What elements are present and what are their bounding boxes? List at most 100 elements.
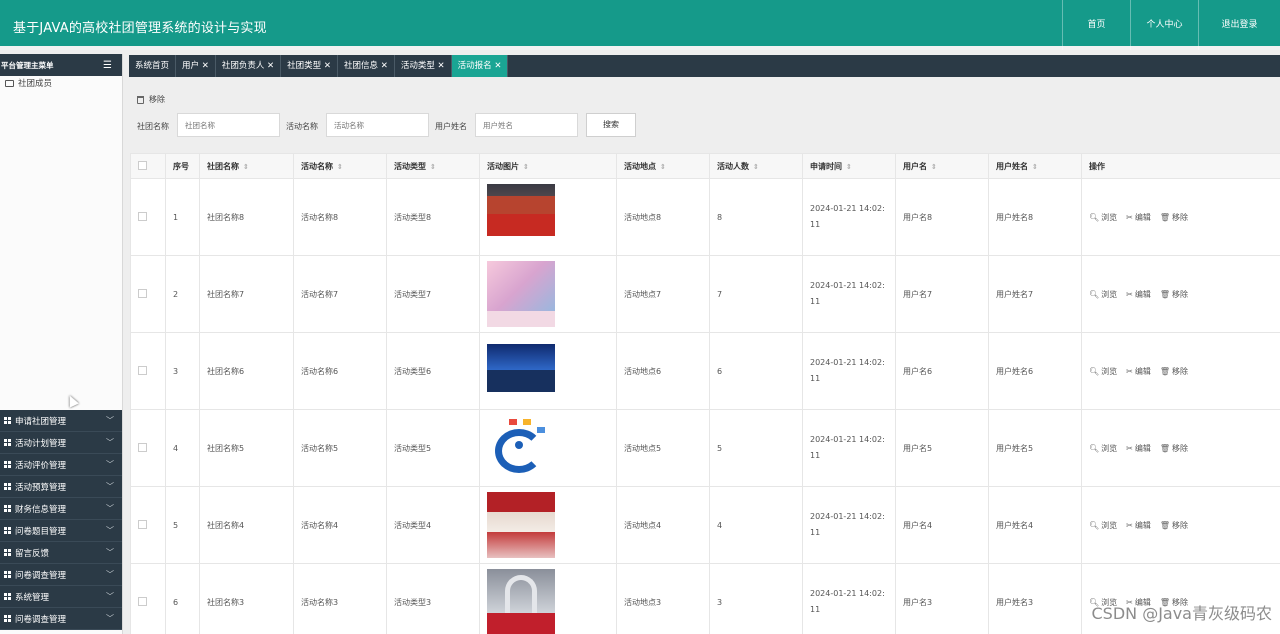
sidebar-group-item[interactable]: 活动计划管理 ﹀	[0, 432, 122, 454]
remove-button[interactable]: 🗑︎ 移除	[1160, 289, 1188, 300]
row-checkbox[interactable]	[138, 211, 147, 221]
column-header-label: 序号	[173, 161, 189, 171]
row-checkbox[interactable]	[138, 519, 147, 529]
chevron-down-icon: ﹀	[106, 482, 114, 491]
tab-item[interactable]: 活动类型 ✕	[395, 55, 452, 77]
sidebar-group-item[interactable]: 问卷调查管理 ﹀	[0, 564, 122, 586]
view-button[interactable]: 🔍︎ 浏览	[1089, 443, 1117, 454]
activity-image[interactable]	[487, 261, 555, 327]
sort-icon[interactable]: ⇕	[1032, 163, 1038, 171]
activity-image[interactable]	[487, 184, 555, 250]
select-all-checkbox[interactable]	[138, 160, 147, 170]
column-header[interactable]: 社团名称 ⇕	[199, 153, 294, 179]
table-row[interactable]: 2 社团名称7 活动名称7 活动类型7 活动地点7 7 2024-01-21 14:02:1…	[130, 255, 1280, 333]
sort-icon[interactable]: ⇕	[430, 163, 436, 171]
row-select-cell	[130, 563, 166, 634]
sort-icon[interactable]: ⇕	[337, 163, 343, 171]
activity-image[interactable]	[487, 415, 555, 481]
sidebar-group-item[interactable]: 问卷调查管理 ﹀	[0, 608, 122, 630]
club-name-input[interactable]	[177, 113, 280, 137]
column-header[interactable]: 活动图片 ⇕	[479, 153, 617, 179]
column-header[interactable]: 用户名 ⇕	[895, 153, 989, 179]
sidebar-group-left: 系统管理	[4, 591, 49, 603]
tab-item[interactable]: 社团类型 ✕	[281, 55, 338, 77]
nav-profile-link[interactable]: 个人中心	[1130, 0, 1198, 50]
view-button[interactable]: 🔍︎ 浏览	[1089, 212, 1117, 223]
row-checkbox[interactable]	[138, 365, 147, 375]
tab-item[interactable]: 用户 ✕	[176, 55, 216, 77]
column-header-label: 活动人数	[717, 161, 749, 171]
edit-icon: ✂	[1126, 520, 1133, 530]
sidebar-group-item[interactable]: 财务信息管理 ﹀	[0, 498, 122, 520]
cell-no: 2	[165, 255, 200, 333]
sort-icon[interactable]: ⇕	[846, 163, 852, 171]
row-checkbox[interactable]	[138, 596, 147, 606]
sort-icon[interactable]: ⇕	[931, 163, 937, 171]
edit-button[interactable]: ✂ 编辑	[1126, 289, 1151, 300]
bulk-remove-button[interactable]: 移除	[137, 94, 165, 105]
cell-activity: 活动名称8	[293, 178, 387, 256]
remove-button[interactable]: 🗑︎ 移除	[1160, 520, 1188, 531]
list-icon[interactable]: ☰	[103, 60, 112, 71]
row-actions-cell: 🔍︎ 浏览 ✂ 编辑 🗑︎ 移除	[1081, 255, 1280, 333]
view-button[interactable]: 🔍︎ 浏览	[1089, 366, 1117, 377]
view-label: 浏览	[1101, 289, 1118, 299]
activity-name-input[interactable]	[326, 113, 429, 137]
activity-image[interactable]	[487, 569, 555, 634]
column-header[interactable]: 申请时间 ⇕	[802, 153, 896, 179]
sidebar-group-item[interactable]: 申请社团管理 ﹀	[0, 410, 122, 432]
trash-icon: 🗑︎	[1159, 443, 1171, 453]
tab-item[interactable]: 社团信息 ✕	[338, 55, 395, 77]
edit-button[interactable]: ✂ 编辑	[1126, 212, 1151, 223]
sort-icon[interactable]: ⇕	[243, 163, 249, 171]
search-button[interactable]: 搜索	[586, 113, 636, 137]
activity-image[interactable]	[487, 492, 555, 558]
remove-label: 移除	[1172, 366, 1189, 376]
column-header[interactable]: 活动地点 ⇕	[616, 153, 710, 179]
table-row[interactable]: 1 社团名称8 活动名称8 活动类型8 活动地点8 8 2024-01-21 14:02:1…	[130, 178, 1280, 256]
row-checkbox[interactable]	[138, 442, 147, 452]
sidebar-group-item[interactable]: 活动评价管理 ﹀	[0, 454, 122, 476]
table-row[interactable]: 5 社团名称4 活动名称4 活动类型4 活动地点4 4 2024-01-21 14:02:1…	[130, 486, 1280, 564]
tab-item[interactable]: 系统首页	[129, 55, 177, 77]
sidebar-group-item[interactable]: 问卷题目管理 ﹀	[0, 520, 122, 542]
edit-button[interactable]: ✂ 编辑	[1126, 443, 1151, 454]
sort-icon[interactable]: ⇕	[660, 163, 666, 171]
bulk-remove-label: 移除	[149, 95, 165, 104]
sidebar-group-item[interactable]: 留言反馈 ﹀	[0, 542, 122, 564]
sidebar-group-item[interactable]: 系统管理 ﹀	[0, 586, 122, 608]
sidebar-menu-header[interactable]: 平台管理主菜单 ☰	[0, 54, 122, 76]
row-select-cell	[130, 486, 166, 564]
table-row[interactable]: 4 社团名称5 活动名称5 活动类型5 活动地点5 5 2024-01-21 14:02:1…	[130, 409, 1280, 487]
row-checkbox[interactable]	[138, 288, 147, 298]
column-header[interactable]: 用户姓名 ⇕	[988, 153, 1082, 179]
column-header[interactable]: 活动人数 ⇕	[709, 153, 803, 179]
edit-button[interactable]: ✂ 编辑	[1126, 366, 1151, 377]
column-header[interactable]: 活动名称 ⇕	[293, 153, 387, 179]
remove-label: 移除	[1172, 212, 1189, 222]
view-button[interactable]: 🔍︎ 浏览	[1089, 520, 1117, 531]
remove-label: 移除	[1172, 443, 1189, 453]
remove-button[interactable]: 🗑︎ 移除	[1160, 212, 1188, 223]
activity-image[interactable]	[487, 338, 555, 404]
activity-image-cell	[479, 255, 617, 333]
remove-button[interactable]: 🗑︎ 移除	[1160, 366, 1188, 377]
nav-logout-link[interactable]: 退出登录	[1198, 0, 1280, 50]
sidebar-item-club-members[interactable]: 社团成员	[0, 76, 122, 90]
sort-icon[interactable]: ⇕	[753, 163, 759, 171]
sidebar-group-label: 活动评价管理	[15, 460, 67, 471]
edit-button[interactable]: ✂ 编辑	[1126, 520, 1151, 531]
remove-button[interactable]: 🗑︎ 移除	[1160, 443, 1188, 454]
tab-item[interactable]: 社团负责人 ✕	[216, 55, 282, 77]
tab-item[interactable]: 活动报名 ✕	[451, 55, 509, 77]
user-realname-input[interactable]	[475, 113, 578, 137]
table-row[interactable]: 3 社团名称6 活动名称6 活动类型6 活动地点6 6 2024-01-21 14:02:1…	[130, 332, 1280, 410]
sort-icon[interactable]: ⇕	[523, 163, 529, 171]
nav-home-link[interactable]: 首页	[1062, 0, 1130, 50]
column-header[interactable]: 活动类型 ⇕	[386, 153, 480, 179]
sidebar-group-item[interactable]: 活动预算管理 ﹀	[0, 476, 122, 498]
cell-count: 4	[709, 486, 803, 564]
column-header-label: 活动类型	[394, 161, 426, 171]
view-button[interactable]: 🔍︎ 浏览	[1089, 289, 1117, 300]
sidebar-group-label: 系统管理	[15, 592, 50, 603]
